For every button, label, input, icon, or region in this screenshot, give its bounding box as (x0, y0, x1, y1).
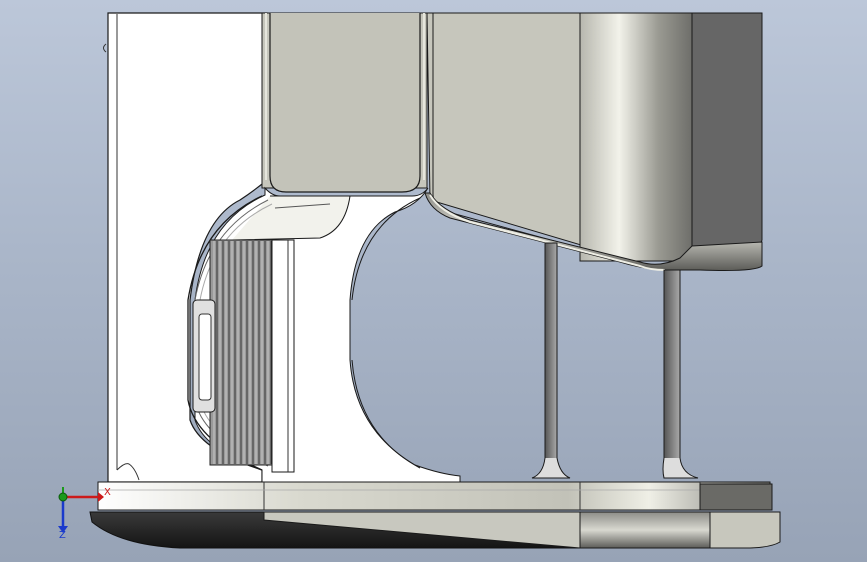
axis-label-x: X (104, 487, 111, 498)
right-gray-panel (424, 12, 763, 271)
cad-viewport[interactable]: X Z (0, 0, 867, 562)
cad-model-view (58, 12, 781, 549)
left-gray-panel (261, 12, 428, 193)
base-sole (89, 511, 781, 549)
axis-label-z: Z (59, 530, 66, 541)
support-post-right (662, 269, 699, 479)
base-plate (97, 481, 773, 511)
support-post-left (531, 242, 571, 479)
